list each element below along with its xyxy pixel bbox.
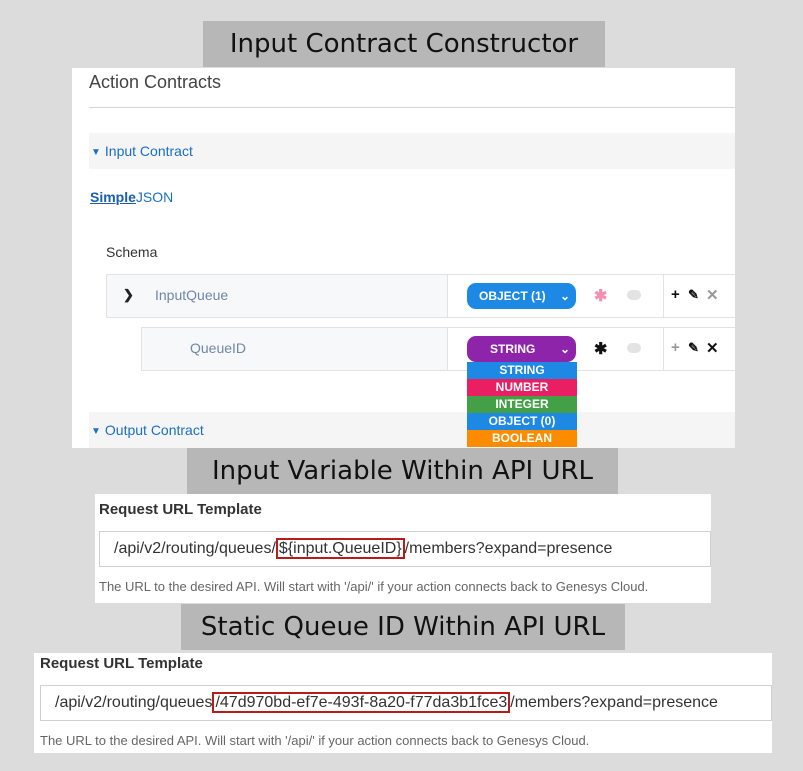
type-option-boolean[interactable]: BOOLEAN: [467, 430, 577, 447]
banner-input-variable-url: Input Variable Within API URL: [187, 448, 618, 494]
banner-static-queue-id-url: Static Queue ID Within API URL: [181, 604, 625, 650]
schema-row-inputqueue: ❯ InputQueue OBJECT (1) ⌄ ✱ + ✎ ✕: [106, 274, 735, 318]
type-select[interactable]: STRING ⌄: [467, 336, 576, 362]
url-suffix: /members?expand=presence: [404, 540, 613, 557]
add-icon[interactable]: +: [671, 339, 680, 356]
divider: [89, 107, 735, 108]
required-asterisk-icon[interactable]: ✱: [594, 286, 607, 306]
request-url-help-text: The URL to the desired API. Will start w…: [40, 733, 590, 748]
request-url-help-text: The URL to the desired API. Will start w…: [99, 579, 649, 594]
field-name[interactable]: QueueID: [190, 340, 246, 356]
caret-down-icon: ▼: [91, 147, 101, 158]
description-bubble-icon[interactable]: [627, 290, 641, 300]
input-contract-toggle[interactable]: ▼ Input Contract: [89, 133, 735, 169]
action-contracts-panel: Action Contracts ▼ Input Contract SimpleJ…: [72, 68, 735, 448]
remove-icon[interactable]: ✕: [706, 339, 719, 357]
schema-label: Schema: [106, 244, 158, 260]
field-actions-cell: + ✎ ✕: [664, 328, 735, 370]
url-suffix: /members?expand=presence: [510, 694, 718, 711]
url-prefix: /api/v2/routing/queues/: [114, 540, 276, 557]
type-option-object[interactable]: OBJECT (0): [467, 413, 577, 430]
type-option-number[interactable]: NUMBER: [467, 379, 577, 396]
edit-pencil-icon[interactable]: ✎: [688, 340, 699, 356]
field-actions-cell: + ✎ ✕: [664, 275, 735, 317]
mode-switch: SimpleJSON: [90, 189, 173, 205]
request-url-panel-variable: Request URL Template /api/v2/routing/que…: [95, 494, 711, 603]
panel-title: Action Contracts: [89, 72, 222, 92]
edit-pencil-icon[interactable]: ✎: [688, 287, 699, 303]
url-variable-highlight: ${input.QueueID}: [275, 538, 405, 559]
input-contract-label: Input Contract: [104, 143, 193, 159]
request-url-label: Request URL Template: [99, 501, 262, 518]
required-asterisk-icon[interactable]: ✱: [594, 339, 607, 359]
request-url-label: Request URL Template: [40, 655, 203, 672]
remove-icon[interactable]: ✕: [706, 286, 719, 304]
type-select-value: STRING: [490, 342, 536, 356]
field-name[interactable]: InputQueue: [155, 287, 228, 303]
type-select[interactable]: OBJECT (1) ⌄: [467, 283, 576, 309]
banner-input-contract-constructor: Input Contract Constructor: [203, 21, 605, 67]
url-queue-id-highlight: /47d970bd-ef7e-493f-8a20-f77da3b1fce3: [212, 692, 511, 713]
add-icon[interactable]: +: [671, 286, 680, 303]
request-url-input[interactable]: /api/v2/routing/queues/47d970bd-ef7e-493…: [40, 685, 772, 721]
json-mode-link[interactable]: JSON: [136, 189, 173, 205]
type-option-string[interactable]: STRING: [467, 362, 577, 379]
type-dropdown-menu: STRING NUMBER INTEGER OBJECT (0) BOOLEAN: [467, 362, 577, 447]
output-contract-toggle[interactable]: ▼ Output Contract: [89, 412, 735, 448]
chevron-down-icon[interactable]: ❯: [123, 287, 134, 303]
output-contract-label: Output Contract: [104, 422, 204, 438]
field-name-cell: ❯ InputQueue: [107, 275, 448, 317]
schema-row-queueid: QueueID STRING ⌄ ✱ + ✎ ✕: [141, 327, 735, 371]
request-url-input[interactable]: /api/v2/routing/queues/${input.QueueID} /…: [99, 531, 711, 567]
description-bubble-icon[interactable]: [627, 343, 641, 353]
type-select-value: OBJECT (1): [479, 289, 546, 303]
chevron-down-icon: ⌄: [559, 289, 570, 303]
field-type-cell: OBJECT (1) ⌄ ✱: [448, 275, 664, 317]
type-option-integer[interactable]: INTEGER: [467, 396, 577, 413]
caret-down-icon: ▼: [91, 426, 101, 437]
field-name-cell: QueueID: [142, 328, 448, 370]
chevron-down-icon: ⌄: [559, 342, 570, 356]
request-url-panel-static: Request URL Template /api/v2/routing/que…: [34, 653, 772, 753]
url-prefix: /api/v2/routing/queues: [55, 694, 213, 711]
simple-mode-link[interactable]: Simple: [90, 189, 136, 205]
